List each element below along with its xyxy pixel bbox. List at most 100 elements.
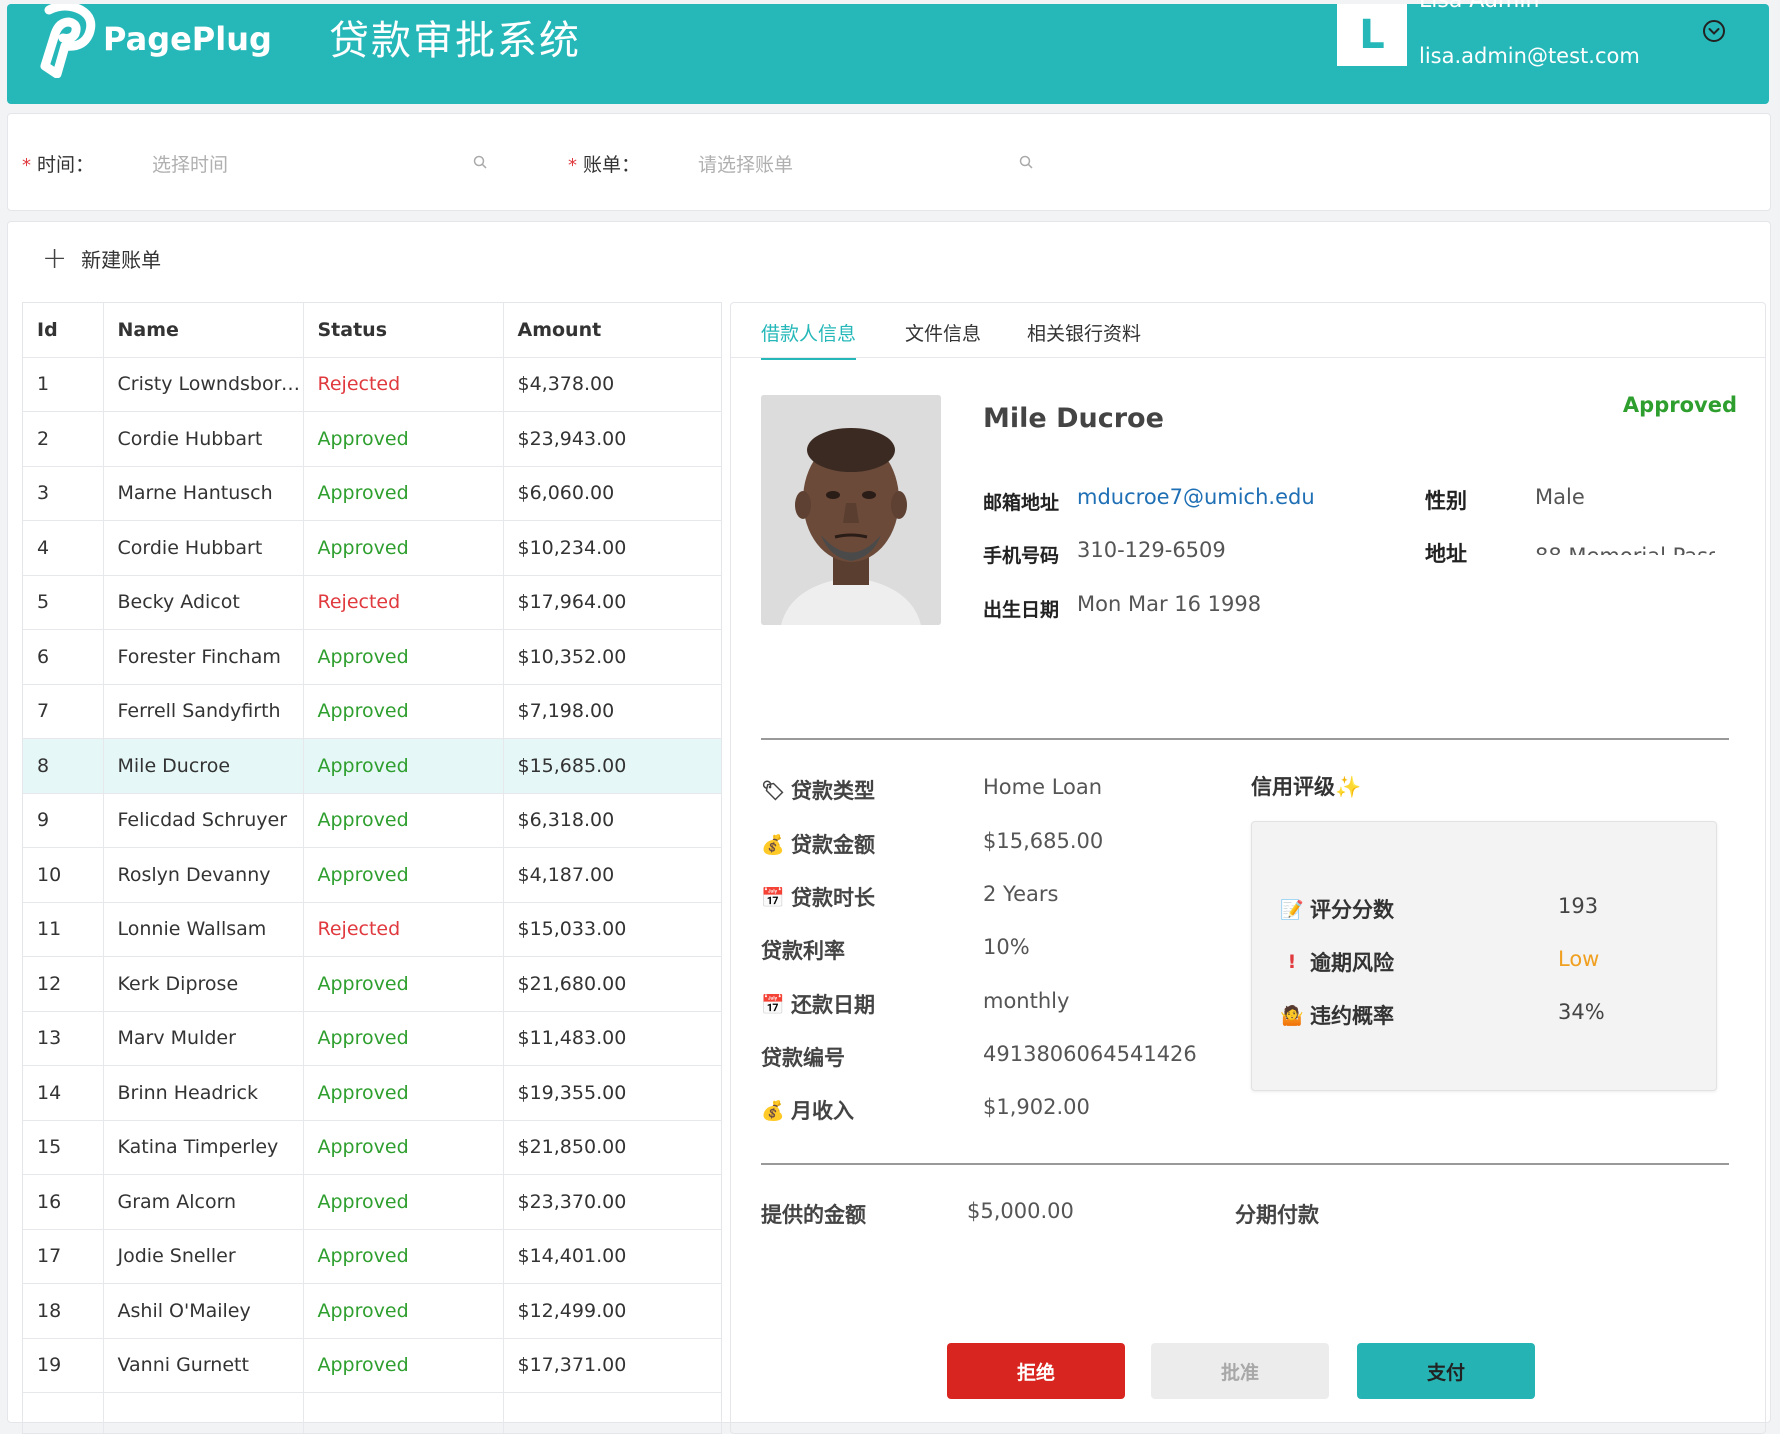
table-row[interactable]: 10Roslyn DevannyApproved$4,187.00 [23,848,721,903]
new-bill-button[interactable]: + 新建账单 [42,244,161,273]
cell-amount: $23,370.00 [503,1175,721,1230]
table-row[interactable]: 6Forester FinchamApproved$10,352.00 [23,630,721,685]
cell-id: 7 [23,684,103,739]
cell-id: 10 [23,848,103,903]
borrower-status: Approved [1623,393,1737,417]
offer-amount-value: $5,000.00 [967,1199,1074,1223]
table-row[interactable]: 16Gram AlcornApproved$23,370.00 [23,1175,721,1230]
cell-status: Approved [303,957,503,1012]
user-avatar[interactable]: L [1337,4,1407,66]
required-mark: * [22,155,31,176]
cell-id: 5 [23,575,103,630]
pay-button[interactable]: 支付 [1357,1343,1535,1399]
cell-status: Approved [303,1284,503,1339]
email-label: 邮箱地址 [983,488,1059,515]
chevron-down-circle-icon[interactable] [1701,18,1727,44]
column-header-status[interactable]: Status [303,303,503,357]
score-value: 193 [1558,894,1598,918]
cell-name: Ashil O'Mailey [103,1284,303,1339]
table-row[interactable]: 7Ferrell SandyfirthApproved$7,198.00 [23,684,721,739]
column-header-id[interactable]: Id [23,303,103,357]
table-row [23,1393,721,1434]
money-bag-icon: 💰 [761,1099,785,1122]
table-row[interactable]: 15Katina TimperleyApproved$21,850.00 [23,1120,721,1175]
cell-amount: $7,198.00 [503,684,721,739]
table-row[interactable]: 2Cordie HubbartApproved$23,943.00 [23,412,721,467]
time-filter-label: * 时间： [22,150,94,177]
cell-name: Jodie Sneller [103,1229,303,1284]
table-row[interactable]: 14Brinn HeadrickApproved$19,355.00 [23,1066,721,1121]
cell-name: Felicdad Schruyer [103,793,303,848]
cell-name: Brinn Headrick [103,1066,303,1121]
borrower-photo [761,395,941,625]
table-row[interactable]: 1Cristy Lowndsboro...Rejected$4,378.00 [23,357,721,412]
table-row[interactable]: 8Mile DucroeApproved$15,685.00 [23,739,721,794]
overdue-risk-label: !逾期风险 [1280,947,1394,977]
cell-name: Roslyn Devanny [103,848,303,903]
tag-icon: 🏷 [761,779,785,802]
cell-name: Vanni Gurnett [103,1338,303,1393]
table-row[interactable]: 12Kerk DiproseApproved$21,680.00 [23,957,721,1012]
cell-id: 14 [23,1066,103,1121]
main-panel: + 新建账单 Id Name Status Amount 1Cristy Low… [7,221,1771,1423]
cell-id: 13 [23,1011,103,1066]
table-row[interactable]: 3Marne HantuschApproved$6,060.00 [23,466,721,521]
table-row[interactable]: 9Felicdad SchruyerApproved$6,318.00 [23,793,721,848]
reject-button[interactable]: 拒绝 [947,1343,1125,1399]
tab-file-info[interactable]: 文件信息 [905,319,981,358]
gender-value: Male [1535,485,1585,509]
tab-borrower-info[interactable]: 借款人信息 [761,319,856,360]
detail-tabs: 借款人信息 文件信息 相关银行资料 [731,303,1765,358]
cell-id: 9 [23,793,103,848]
cell-amount: $4,187.00 [503,848,721,903]
table-row[interactable]: 4Cordie HubbartApproved$10,234.00 [23,521,721,576]
section-divider [761,1163,1729,1165]
cell-amount: $12,499.00 [503,1284,721,1339]
loan-term-value: 2 Years [983,882,1058,906]
table-row[interactable]: 18Ashil O'MaileyApproved$12,499.00 [23,1284,721,1339]
cell-status: Approved [303,1229,503,1284]
search-icon[interactable] [1018,154,1034,170]
approve-button[interactable]: 批准 [1151,1343,1329,1399]
loan-type-label: 🏷贷款类型 [761,775,875,805]
monthly-income-label: 💰月收入 [761,1095,854,1125]
email-link[interactable]: mducroe7@umich.edu [1077,485,1315,509]
table-row[interactable]: 19Vanni GurnettApproved$17,371.00 [23,1338,721,1393]
cell-status: Approved [303,521,503,576]
table-row[interactable]: 17Jodie SnellerApproved$14,401.00 [23,1229,721,1284]
cell-name: Marne Hantusch [103,466,303,521]
table-row[interactable]: 13Marv MulderApproved$11,483.00 [23,1011,721,1066]
search-icon[interactable] [472,154,488,170]
cell-status: Approved [303,412,503,467]
loan-number-value: 4913806064541426 [983,1042,1197,1066]
new-bill-label: 新建账单 [81,244,161,273]
loan-number-label: 贷款编号 [761,1042,845,1072]
column-header-name[interactable]: Name [103,303,303,357]
bill-select-input[interactable]: 请选择账单 [698,150,793,177]
cell-name: Kerk Diprose [103,957,303,1012]
loan-term-label: 📅贷款时长 [761,882,875,912]
exclamation-icon: ! [1280,951,1304,973]
cell-id: 18 [23,1284,103,1339]
cell-amount: $15,033.00 [503,902,721,957]
cell-name: Forester Fincham [103,630,303,685]
pageplug-logo-icon [35,4,101,78]
cell-amount: $6,318.00 [503,793,721,848]
gender-label: 性别 [1425,485,1467,515]
cell-status: Approved [303,1066,503,1121]
empty-cell [103,1393,303,1434]
cell-amount: $21,850.00 [503,1120,721,1175]
tab-bank-info[interactable]: 相关银行资料 [1027,319,1141,358]
table-row[interactable]: 5Becky AdicotRejected$17,964.00 [23,575,721,630]
cell-status: Approved [303,739,503,794]
plus-icon: + [42,249,67,269]
column-header-amount[interactable]: Amount [503,303,721,357]
table-row[interactable]: 11Lonnie WallsamRejected$15,033.00 [23,902,721,957]
cell-status: Approved [303,466,503,521]
empty-cell [503,1393,721,1434]
time-select-input[interactable]: 选择时间 [152,150,228,177]
cell-id: 6 [23,630,103,685]
cell-amount: $10,352.00 [503,630,721,685]
default-rate-value: 34% [1558,1000,1605,1024]
money-bag-icon: 💰 [761,833,785,856]
